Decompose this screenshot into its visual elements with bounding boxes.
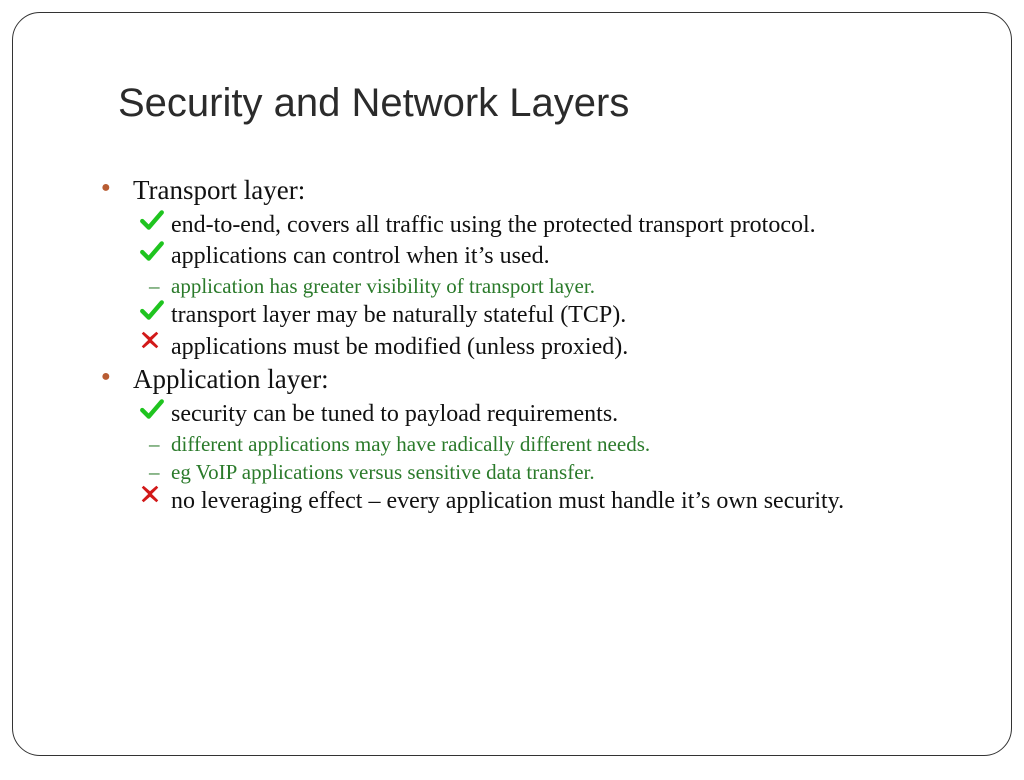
check-icon [139,396,167,422]
bullet-application-layer: Application layer: [133,363,931,397]
list-item: transport layer may be naturally statefu… [171,300,931,331]
check-icon [139,297,167,323]
item-text: security can be tuned to payload require… [171,401,618,427]
slide-content: Transport layer: end-to-end, covers all … [133,174,931,518]
bullet-transport-layer: Transport layer: [133,174,931,208]
item-text: no leveraging effect – every application… [171,488,844,514]
slide-frame: Security and Network Layers Transport la… [12,12,1012,756]
sub-item: different applications may have radicall… [171,430,931,458]
item-text: applications can control when it’s used. [171,243,550,269]
list-item: no leveraging effect – every application… [171,486,931,517]
list-item: end-to-end, covers all traffic using the… [171,210,931,241]
list-item: security can be tuned to payload require… [171,399,931,430]
check-icon [139,207,167,233]
list-item: applications can control when it’s used. [171,241,931,272]
slide-title: Security and Network Layers [118,81,971,126]
list-item: applications must be modified (unless pr… [171,332,931,363]
cross-icon [139,329,167,355]
item-text: end-to-end, covers all traffic using the… [171,212,816,238]
check-icon [139,238,167,264]
sub-item: eg VoIP applications versus sensitive da… [171,458,931,486]
item-text: applications must be modified (unless pr… [171,334,628,360]
cross-icon [139,483,167,509]
sub-item: application has greater visibility of tr… [171,272,931,300]
item-text: transport layer may be naturally statefu… [171,302,626,328]
